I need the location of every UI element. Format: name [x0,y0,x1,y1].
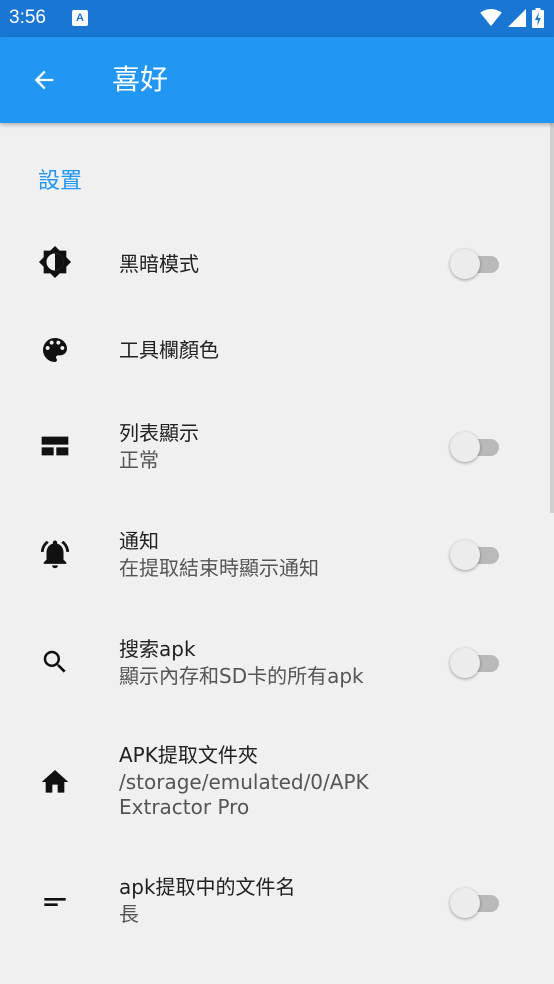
wifi-icon [480,9,502,27]
app-bar: 喜好 [0,37,554,123]
pref-summary: 顯示內存和SD卡的所有apk [119,664,364,688]
notification-switch[interactable] [450,537,502,571]
pref-notification[interactable]: 通知 在提取結束時顯示通知 [0,501,554,607]
pref-extract-folder[interactable]: APK提取文件夾 /storage/emulated/0/APK Extract… [0,717,554,847]
pref-title: APK提取文件夾 [119,743,258,767]
back-button[interactable] [22,58,66,102]
pref-summary: /storage/emulated/0/APK Extractor Pro [119,770,369,819]
pref-summary: 正常 [119,448,159,472]
pref-list-display[interactable]: 列表顯示 正常 [0,393,554,499]
signal-icon [508,9,526,27]
brightness-icon [38,245,72,279]
arrow-back-icon [34,70,54,90]
pref-title: 工具欄顏色 [119,338,219,362]
status-bar: 3:56 A [0,0,554,37]
short-text-icon [38,885,72,919]
pref-title: 黑暗模式 [119,252,199,276]
pref-title: 通知 [119,529,159,553]
page-title: 喜好 [112,63,169,96]
search-apk-switch[interactable] [450,645,502,679]
pref-search-apk[interactable]: 搜索apk 顯示內存和SD卡的所有apk [0,609,554,715]
pref-summary: 長 [119,902,139,926]
file-name-switch[interactable] [450,885,502,919]
pref-title: 列表顯示 [119,421,199,445]
preferences-list[interactable]: 設置 黑暗模式 工具欄顏色 列表顯示 正常 通知 在提取結束時顯示通知 搜索ap… [0,123,554,984]
scrollbar[interactable] [550,123,554,513]
section-header: 設置 [38,169,83,194]
list-view-icon [38,429,72,463]
home-icon [38,765,72,799]
palette-icon [38,333,72,367]
list-display-switch[interactable] [450,429,502,463]
pref-dark-mode[interactable]: 黑暗模式 [0,221,554,305]
pref-summary: 在提取結束時顯示通知 [119,556,319,580]
pref-title: apk提取中的文件名 [119,875,296,899]
dark-mode-switch[interactable] [450,246,502,280]
battery-charging-icon [532,8,544,28]
status-time: 3:56 [9,7,46,28]
bell-icon [38,537,72,571]
pref-file-name[interactable]: apk提取中的文件名 長 [0,849,554,955]
search-icon [38,645,72,679]
pref-toolbar-color[interactable]: 工具欄顏色 [0,307,554,391]
pref-title: 搜索apk [119,637,196,661]
a-icon: A [72,10,88,26]
